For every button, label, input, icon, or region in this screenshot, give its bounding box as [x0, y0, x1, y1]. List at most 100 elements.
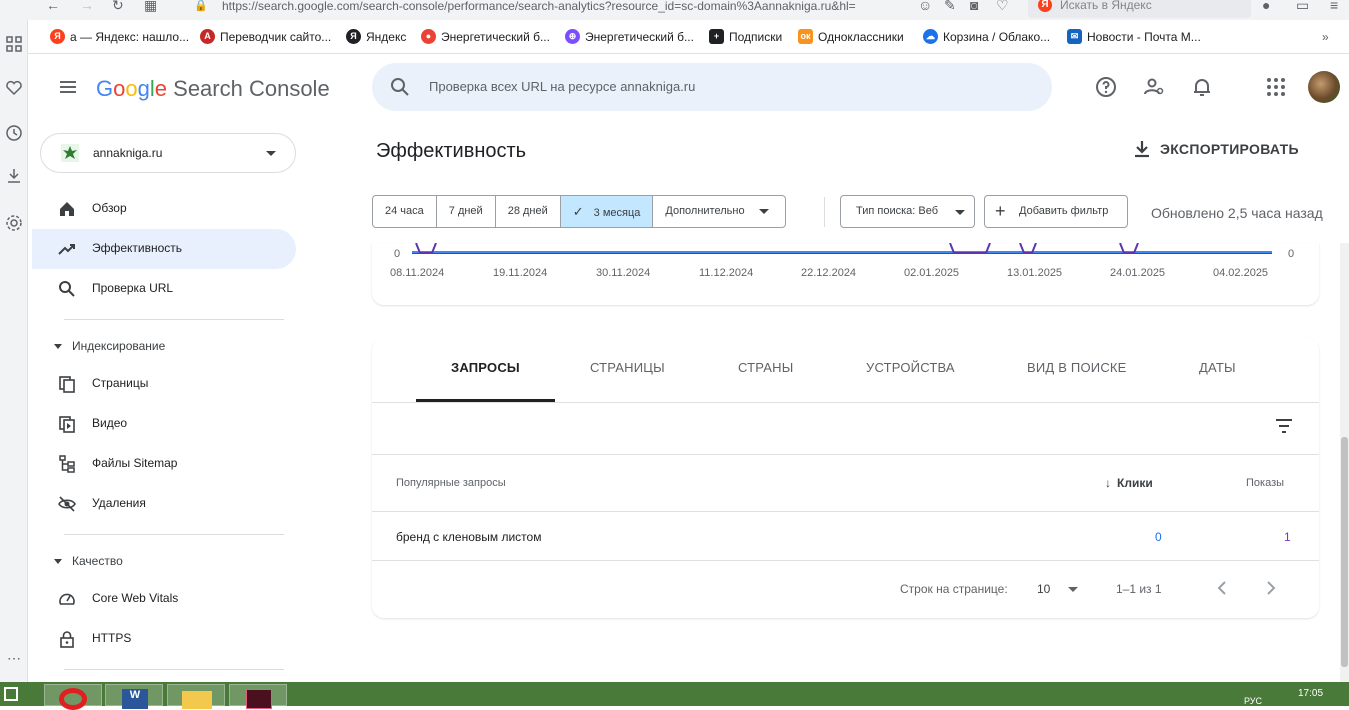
emoji-icon[interactable]: ☺ [918, 0, 932, 13]
bookmark-item[interactable]: A Переводчик сайто... [200, 29, 331, 45]
x-tick-label: 11.12.2024 [699, 267, 754, 279]
yandex-icon: Я [346, 29, 361, 44]
avatar[interactable] [1308, 71, 1340, 103]
range-3m[interactable]: ✓ 3 месяца [560, 196, 654, 227]
sitemap-icon [58, 455, 76, 473]
search-type-filter[interactable]: Тип поиска: Веб [840, 195, 975, 228]
address-bar[interactable]: https://search.google.com/search-console… [222, 0, 947, 18]
product-name: Search Console [173, 76, 330, 101]
bookmark-item[interactable]: ок Одноклассники [798, 29, 904, 45]
sidebar-item-core-web-vitals[interactable]: Core Web Vitals [32, 579, 296, 619]
settings-icon[interactable] [5, 214, 23, 232]
map-pin-icon: ● [421, 29, 436, 44]
bookmark-item[interactable]: Яа — Яндекс: нашло... [50, 29, 189, 45]
menu-icon[interactable]: ≡ [1330, 0, 1338, 13]
hamburger-menu-icon[interactable] [58, 77, 78, 97]
tab-queries[interactable]: ЗАПРОСЫ [451, 360, 520, 375]
property-selector[interactable]: annakniga.ru [40, 133, 296, 173]
sidebar-item-performance[interactable]: Эффективность [32, 229, 296, 269]
rows-per-page-label: Строк на странице: [900, 582, 1008, 596]
section-indexing[interactable]: Индексирование [54, 339, 165, 353]
range-28d[interactable]: 28 дней [496, 196, 561, 227]
app-logo[interactable]: Google Search Console [96, 76, 330, 102]
clicks-cell: 0 [1155, 530, 1162, 544]
column-header-impressions[interactable]: Показы [1246, 477, 1284, 489]
tab-devices[interactable]: УСТРОЙСТВА [866, 360, 955, 375]
range-7d[interactable]: 7 дней [437, 196, 496, 227]
google-wordmark: Google [96, 76, 168, 101]
x-tick-label: 08.11.2024 [390, 267, 445, 279]
video-icon [58, 415, 76, 433]
bookmark-item[interactable]: ✉ Новости - Почта М... [1067, 29, 1201, 45]
search-icon [58, 280, 76, 298]
browser-toolbar: ← → ↻ ▦ 🔒 https://search.google.com/sear… [0, 0, 1349, 20]
tab-dates[interactable]: ДАТЫ [1199, 360, 1236, 375]
yandex-icon: Я [50, 29, 65, 44]
forward-icon[interactable]: → [80, 0, 94, 13]
windows-start-icon[interactable] [4, 687, 18, 701]
yandex-search-input[interactable]: Я Искать в Яндекс [1028, 0, 1251, 18]
apps-grid-icon[interactable] [1264, 75, 1288, 99]
snapshot-icon[interactable]: ▭ [1296, 0, 1309, 14]
taskbar-explorer[interactable] [167, 684, 225, 709]
lock-icon [58, 630, 76, 648]
bookmark-item[interactable]: Я Яндекс [346, 29, 406, 45]
bookmark-item[interactable]: ☁ Корзина / Облако... [923, 29, 1050, 45]
x-tick-label: 22.12.2024 [801, 267, 857, 279]
y-axis-left-label: 0 [394, 248, 400, 260]
prev-page-icon[interactable] [1215, 580, 1229, 596]
download-icon[interactable] [5, 167, 23, 185]
history-icon[interactable] [5, 124, 23, 142]
more-bookmarks-icon[interactable]: » [1322, 29, 1329, 45]
column-header-clicks[interactable]: ↓ Клики [1105, 476, 1153, 490]
impressions-cell: 1 [1284, 530, 1291, 544]
sidebar-item-overview[interactable]: Обзор [32, 189, 296, 229]
heart-icon[interactable] [5, 79, 23, 97]
caret-down-icon[interactable] [1068, 587, 1078, 592]
scrollbar-thumb[interactable] [1341, 437, 1348, 667]
sidebar-item-pages[interactable]: Страницы [32, 364, 296, 404]
caret-down-icon [54, 344, 62, 350]
yandex-icon: Я [1038, 0, 1052, 12]
next-page-icon[interactable] [1264, 580, 1278, 596]
tab-search-appearance[interactable]: ВИД В ПОИСКЕ [1027, 360, 1127, 375]
range-24h[interactable]: 24 часа [373, 196, 437, 227]
camera-icon[interactable]: ◙ [970, 0, 978, 13]
help-icon[interactable] [1094, 75, 1118, 99]
taskbar-opera[interactable] [44, 684, 102, 710]
profile-icon[interactable]: ● [1262, 0, 1270, 13]
gauge-icon [58, 590, 76, 608]
bookmark-item[interactable]: ⊕ Энергетический б... [565, 29, 694, 45]
sidebar-item-https[interactable]: HTTPS [32, 619, 296, 659]
sidebar-item-removals[interactable]: Удаления [32, 484, 296, 524]
manage-users-icon[interactable] [1142, 75, 1166, 99]
rows-per-page-select[interactable]: 10 [1037, 582, 1050, 596]
taskbar-word[interactable]: W [105, 684, 163, 709]
taskbar-app[interactable] [229, 684, 287, 709]
divider [372, 402, 1319, 403]
caret-down-icon [758, 208, 769, 214]
notifications-icon[interactable] [1190, 75, 1214, 99]
bookmark-item[interactable]: + Подписки [709, 29, 782, 45]
heart-icon[interactable]: ♡ [996, 0, 1009, 14]
back-icon[interactable]: ← [46, 0, 60, 13]
apps-icon[interactable] [5, 35, 23, 53]
reload-icon[interactable]: ↻ [112, 0, 124, 14]
input-language[interactable]: РУС [1244, 696, 1262, 706]
sidebar-item-sitemaps[interactable]: Файлы Sitemap [32, 444, 296, 484]
tab-pages[interactable]: СТРАНИЦЫ [590, 360, 665, 375]
url-inspection-search[interactable]: Проверка всех URL на ресурсе annakniga.r… [372, 63, 1052, 111]
clock[interactable]: 17:05 [1298, 688, 1323, 699]
section-quality[interactable]: Качество [54, 554, 123, 568]
bookmark-item[interactable]: ● Энергетический б... [421, 29, 550, 45]
range-more[interactable]: Дополнительно [653, 196, 784, 227]
sidebar-item-url-inspection[interactable]: Проверка URL [32, 269, 296, 309]
property-favicon-icon [61, 144, 79, 162]
more-icon[interactable]: ⋯ [5, 650, 23, 668]
edit-icon[interactable]: ✎ [944, 0, 956, 14]
tab-countries[interactable]: СТРАНЫ [738, 360, 793, 375]
tabs-grid-icon[interactable]: ▦ [144, 0, 157, 14]
add-filter-button[interactable]: + Добавить фильтр [984, 195, 1128, 228]
sidebar-item-video[interactable]: Видео [32, 404, 296, 444]
filter-rows-icon[interactable] [1274, 418, 1294, 434]
